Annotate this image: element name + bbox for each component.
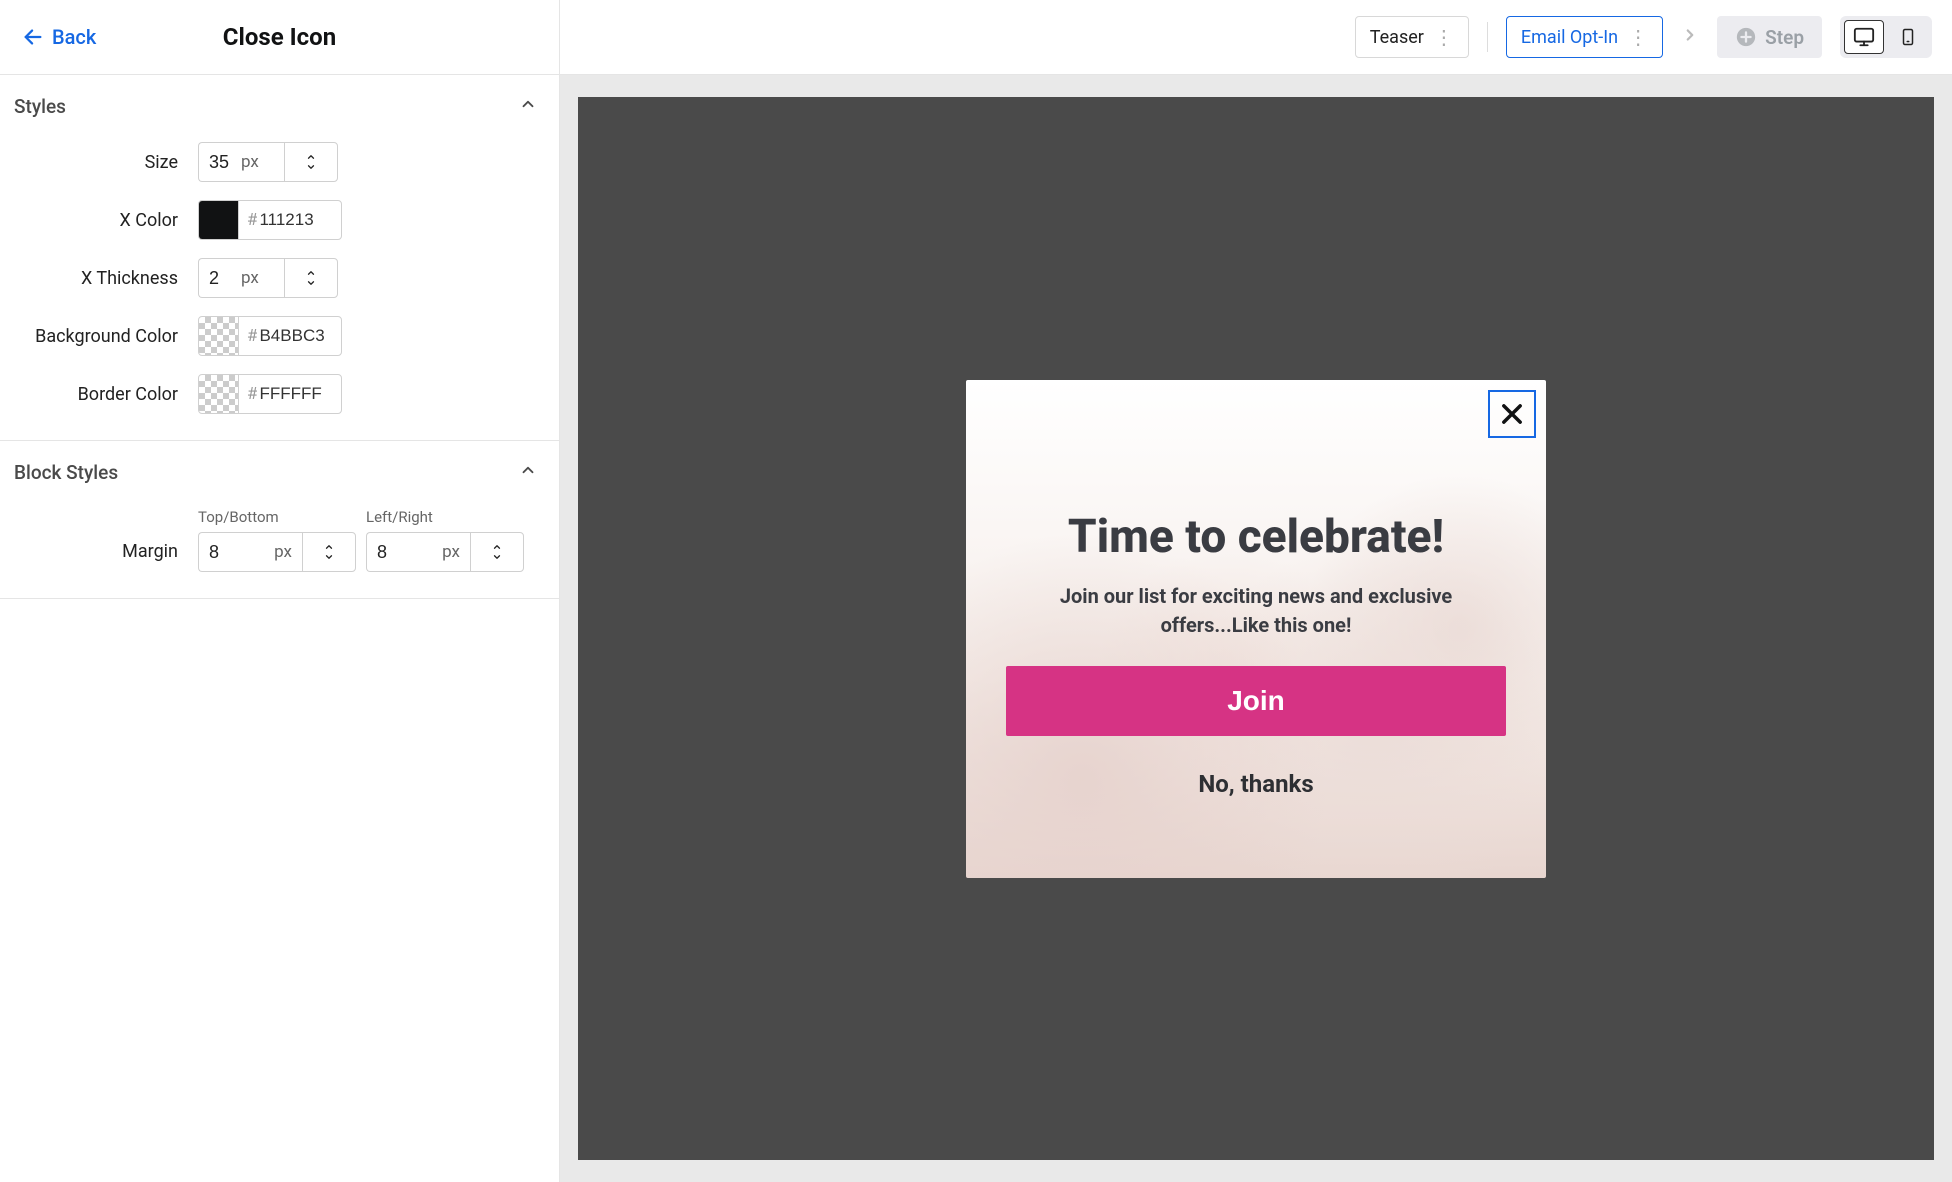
- step-optin-label: Email Opt-In: [1521, 27, 1618, 48]
- section-block-header[interactable]: Block Styles: [0, 441, 559, 504]
- margin-lr-unit: px: [442, 542, 470, 562]
- margin-tb-unit: px: [274, 542, 302, 562]
- xcolor-label: X Color: [14, 210, 198, 231]
- margin-lr-wrap: px: [366, 532, 470, 572]
- bgcolor-swatch: [199, 317, 239, 355]
- chevron-up-icon: [304, 268, 318, 278]
- margin-tb-wrap: px: [198, 532, 302, 572]
- bgcolor-input[interactable]: #: [198, 316, 342, 356]
- step-teaser[interactable]: Teaser ⋮: [1355, 16, 1469, 58]
- bordercolor-value[interactable]: [257, 375, 333, 413]
- chevron-down-icon: [322, 552, 336, 562]
- popup-preview: Time to celebrate! Join our list for exc…: [966, 380, 1546, 878]
- preview-area: Teaser ⋮ Email Opt-In ⋮ Step: [560, 0, 1952, 1182]
- bordercolor-input[interactable]: #: [198, 374, 342, 414]
- popup-close-button[interactable]: [1488, 390, 1536, 438]
- chevron-up-icon: [322, 542, 336, 552]
- hash-symbol: #: [239, 384, 257, 404]
- xthick-input[interactable]: [199, 268, 241, 289]
- section-block-styles: Block Styles Margin Top/Bottom: [0, 441, 559, 599]
- xcolor-input[interactable]: #: [198, 200, 342, 240]
- size-stepper[interactable]: [284, 142, 338, 182]
- desktop-icon: [1853, 26, 1875, 48]
- decline-link[interactable]: No, thanks: [1006, 770, 1506, 798]
- margin-lr-stepper[interactable]: [470, 532, 524, 572]
- bgcolor-value[interactable]: [257, 317, 333, 355]
- device-toggle: [1840, 16, 1932, 58]
- chevron-down-icon: [490, 552, 504, 562]
- arrow-left-icon: [22, 26, 44, 48]
- panel-header: Back Close Icon: [0, 0, 559, 75]
- size-input-wrap: px: [198, 142, 284, 182]
- chevron-up-icon: [519, 95, 537, 118]
- size-input[interactable]: [199, 152, 241, 173]
- canvas: Time to celebrate! Join our list for exc…: [560, 75, 1952, 1182]
- bordercolor-swatch: [199, 375, 239, 413]
- margin-tb-label: Top/Bottom: [198, 508, 356, 526]
- chevron-up-icon: [490, 542, 504, 552]
- back-button[interactable]: Back: [22, 25, 96, 49]
- divider: [1487, 22, 1488, 52]
- chevron-right-icon: [1681, 26, 1699, 48]
- hash-symbol: #: [239, 210, 257, 230]
- xthick-unit: px: [241, 268, 259, 288]
- margin-tb-stepper[interactable]: [302, 532, 356, 572]
- xthick-input-wrap: px: [198, 258, 284, 298]
- top-bar: Teaser ⋮ Email Opt-In ⋮ Step: [560, 0, 1952, 75]
- xcolor-value[interactable]: [257, 201, 333, 239]
- add-step-button[interactable]: Step: [1717, 16, 1822, 58]
- margin-lr-label: Left/Right: [366, 508, 524, 526]
- xcolor-swatch: [199, 201, 239, 239]
- kebab-icon[interactable]: ⋮: [1624, 25, 1648, 49]
- chevron-up-icon: [304, 152, 318, 162]
- chevron-down-icon: [304, 278, 318, 288]
- back-label: Back: [52, 25, 96, 49]
- chevron-down-icon: [304, 162, 318, 172]
- section-styles-title: Styles: [14, 95, 66, 118]
- section-block-title: Block Styles: [14, 461, 118, 484]
- step-email-optin[interactable]: Email Opt-In ⋮: [1506, 16, 1663, 58]
- kebab-icon[interactable]: ⋮: [1430, 25, 1454, 49]
- join-button[interactable]: Join: [1006, 666, 1506, 736]
- margin-lr-input[interactable]: [367, 542, 409, 563]
- step-teaser-label: Teaser: [1370, 27, 1424, 48]
- plus-circle-icon: [1735, 26, 1757, 48]
- bgcolor-label: Background Color: [14, 326, 198, 347]
- xthick-label: X Thickness: [14, 268, 198, 289]
- margin-tb-input[interactable]: [199, 542, 241, 563]
- desktop-view-button[interactable]: [1844, 20, 1884, 54]
- section-styles-header[interactable]: Styles: [0, 75, 559, 138]
- bordercolor-label: Border Color: [14, 384, 198, 405]
- xthick-stepper[interactable]: [284, 258, 338, 298]
- popup-subtitle: Join our list for exciting news and excl…: [1006, 582, 1506, 640]
- size-label: Size: [14, 152, 198, 173]
- mobile-icon: [1899, 26, 1917, 48]
- add-step-label: Step: [1765, 26, 1804, 49]
- hash-symbol: #: [239, 326, 257, 346]
- section-styles: Styles Size px: [0, 75, 559, 441]
- close-icon: [1498, 400, 1526, 428]
- stage: Time to celebrate! Join our list for exc…: [578, 97, 1934, 1160]
- margin-label: Margin: [14, 541, 198, 572]
- chevron-up-icon: [519, 461, 537, 484]
- properties-panel: Back Close Icon Styles Size: [0, 0, 560, 1182]
- mobile-view-button[interactable]: [1888, 20, 1928, 54]
- popup-title: Time to celebrate!: [1006, 510, 1506, 564]
- size-unit: px: [241, 152, 259, 172]
